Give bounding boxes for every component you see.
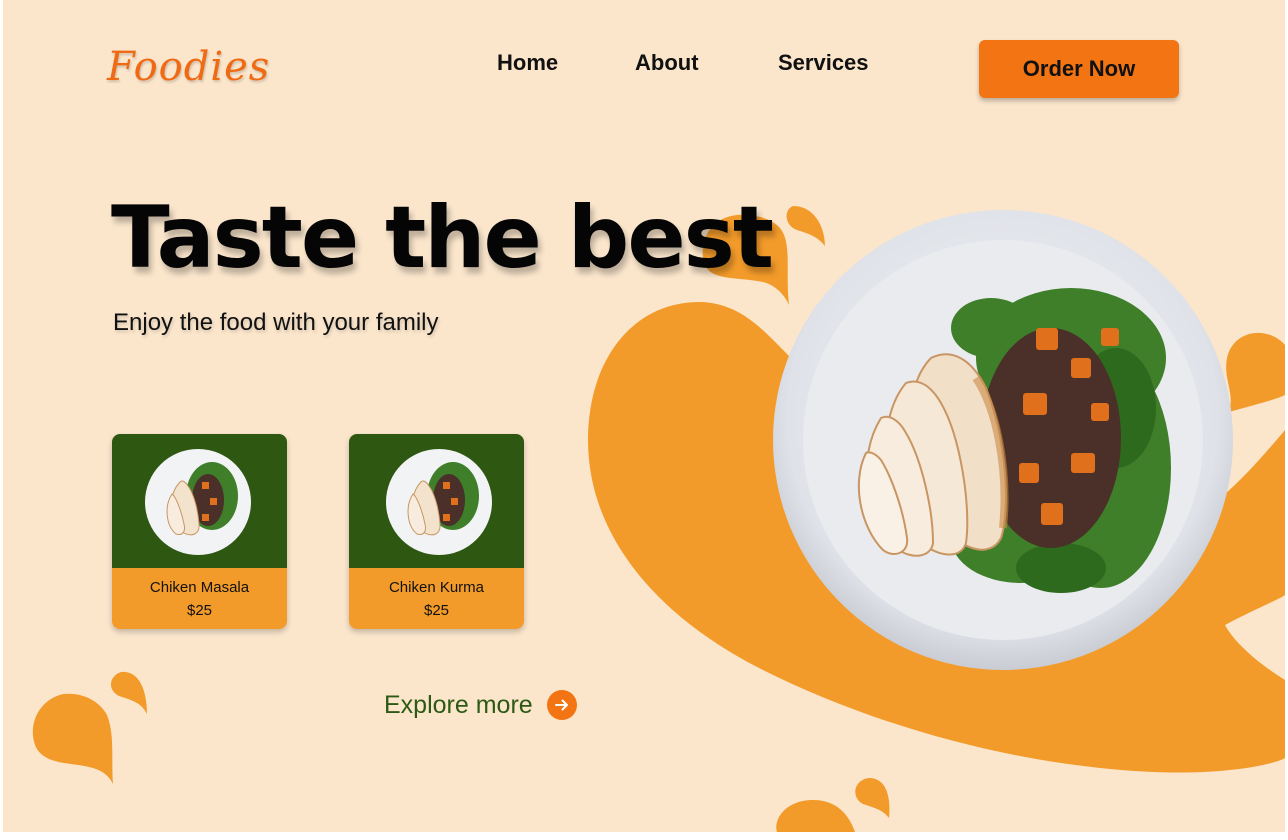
nav-about[interactable]: About [635, 50, 699, 76]
nav-services[interactable]: Services [778, 50, 869, 76]
order-now-button[interactable]: Order Now [979, 40, 1179, 98]
food-card-chiken-masala[interactable]: Chiken Masala $25 [112, 434, 287, 629]
card-title: Chiken Masala [149, 578, 250, 596]
card-price: $25 [186, 601, 213, 619]
card-image-area [349, 434, 524, 568]
explore-more-link[interactable]: Explore more [384, 690, 577, 720]
chicken-salad-plate-icon [386, 449, 492, 555]
card-image-area [112, 434, 287, 568]
nav-home[interactable]: Home [497, 50, 558, 76]
card-info: Chiken Masala $25 [112, 568, 287, 629]
order-now-label: Order Now [1022, 56, 1136, 81]
hero-food-plate-image [773, 210, 1233, 670]
chicken-salad-plate-icon [145, 449, 251, 555]
card-info: Chiken Kurma $25 [349, 568, 524, 629]
food-card-chiken-kurma[interactable]: Chiken Kurma $25 [349, 434, 524, 629]
card-title: Chiken Kurma [388, 578, 485, 596]
landing-page: Foodies Home About Services Order Now Ta… [3, 0, 1285, 832]
hero-title: Taste the best [111, 188, 774, 288]
foodies-logo[interactable]: Foodies [107, 44, 270, 90]
explore-more-label: Explore more [384, 690, 533, 719]
card-price: $25 [423, 601, 450, 619]
hero-subtitle: Enjoy the food with your family [113, 309, 439, 336]
arrow-right-circle-icon[interactable] [546, 690, 577, 720]
